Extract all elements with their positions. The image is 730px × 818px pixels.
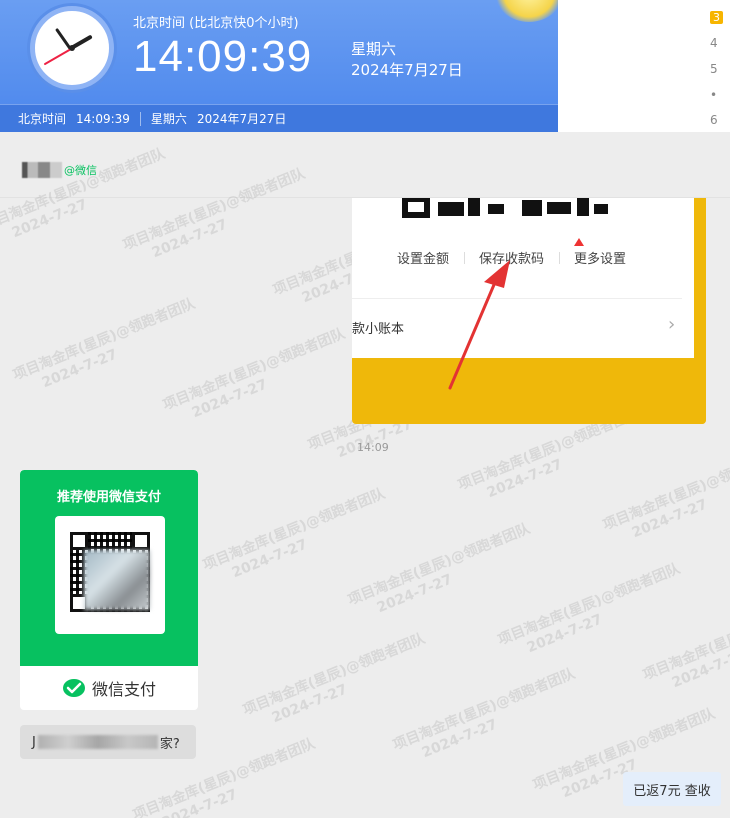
clock-bar-time: 14:09:39 xyxy=(76,111,130,126)
clock-bar-weekday: 星期六 xyxy=(150,112,187,126)
chat-screen: 北京时间 (比北京快0个小时) 14:09:39 星期六 2024年7月27日 … xyxy=(0,0,730,818)
wechat-pay-label: 微信支付 xyxy=(91,680,156,699)
clock-time: 14:09:39 xyxy=(133,32,313,81)
watermark: 项目淘金库(星辰)@领跑者团队2024-7-27 xyxy=(240,630,428,727)
annotation-arrow-icon xyxy=(448,260,510,390)
qr-code-fragment xyxy=(402,198,612,220)
sun-decoration xyxy=(494,0,558,22)
watermark: 项目淘金库(星辰)@领跑者团队2024-7-27 xyxy=(10,295,198,392)
ledger-row[interactable]: 款小账本 xyxy=(352,318,404,337)
rank-item[interactable]: 3 xyxy=(710,10,723,24)
clock-center xyxy=(69,45,75,51)
watermark: 项目淘金库(星辰)@领跑者团队2024-7-27 xyxy=(345,520,533,617)
watermark: 项目淘金库(星辰)@领跑者团队2024-7-27 xyxy=(640,595,730,692)
blurred-text xyxy=(37,735,158,749)
wechat-pay-footer: 微信支付 xyxy=(20,666,198,710)
card-accent-bottom xyxy=(352,358,706,424)
message-prefix: J xyxy=(32,734,36,750)
clock-second-hand xyxy=(43,48,73,66)
clock-widget: 北京时间 (比北京快0个小时) 14:09:39 星期六 2024年7月27日 … xyxy=(0,0,558,132)
clock-status-bar: 北京时间 14:09:39 星期六 2024年7月27日 xyxy=(0,104,558,132)
clock-bar-date: 2024年7月27日 xyxy=(196,112,287,126)
analog-clock-icon xyxy=(30,6,114,90)
qr-code xyxy=(70,532,150,612)
watermark: 项目淘金库(星辰)@领跑者团队2024-7-27 xyxy=(160,325,348,422)
chevron-right-icon: › xyxy=(668,314,676,335)
watermark: 项目淘金库(星辰)@领跑者团队2024-7-27 xyxy=(390,665,578,762)
wechat-pay-title: 推荐使用微信支付 xyxy=(56,490,161,505)
text-message[interactable]: J 家? xyxy=(20,725,196,759)
divider xyxy=(139,111,141,126)
watermark: 项目淘金库(星辰)@领跑者团队2024-7-27 xyxy=(600,445,730,542)
clock-weekday: 星期六 xyxy=(351,40,397,58)
more-settings-button[interactable]: 更多设置 xyxy=(559,248,641,267)
wechat-tag: @微信 xyxy=(64,164,97,177)
rank-item[interactable]: 5 xyxy=(710,62,718,76)
rank-list: 3 4 5 • 6 xyxy=(558,0,730,132)
wechat-pay-card[interactable]: 推荐使用微信支付 微信支付 xyxy=(20,470,198,710)
contact-name[interactable]: @微信 xyxy=(22,162,97,178)
rank-item[interactable]: 6 xyxy=(710,113,718,127)
qr-code-box xyxy=(55,516,165,634)
message-suffix: 家? xyxy=(159,736,180,752)
refund-badge[interactable]: 已返7元 查收 xyxy=(623,772,721,806)
message-timestamp: 14:09 xyxy=(357,441,389,454)
clock-subtitle: 北京时间 (比北京快0个小时) xyxy=(133,16,299,31)
rank-item[interactable]: 4 xyxy=(710,36,718,50)
payment-qr-card[interactable]: 设置金额 保存收款码 更多设置 款小账本 › xyxy=(352,198,706,424)
watermark: 项目淘金库(星辰)@领跑者团队2024-7-27 xyxy=(200,485,388,582)
chat-header: @微信 xyxy=(0,132,730,198)
red-caret-icon xyxy=(574,238,584,246)
clock-bar-label: 北京时间 xyxy=(18,112,67,126)
mosaic-blur xyxy=(84,550,150,610)
clock-date: 2024年7月27日 xyxy=(351,61,463,79)
rank-item[interactable]: • xyxy=(710,88,717,102)
watermark: 项目淘金库(星辰)@领跑者团队2024-7-27 xyxy=(495,560,683,657)
wechat-pay-icon xyxy=(62,679,85,697)
blurred-name xyxy=(22,162,62,178)
